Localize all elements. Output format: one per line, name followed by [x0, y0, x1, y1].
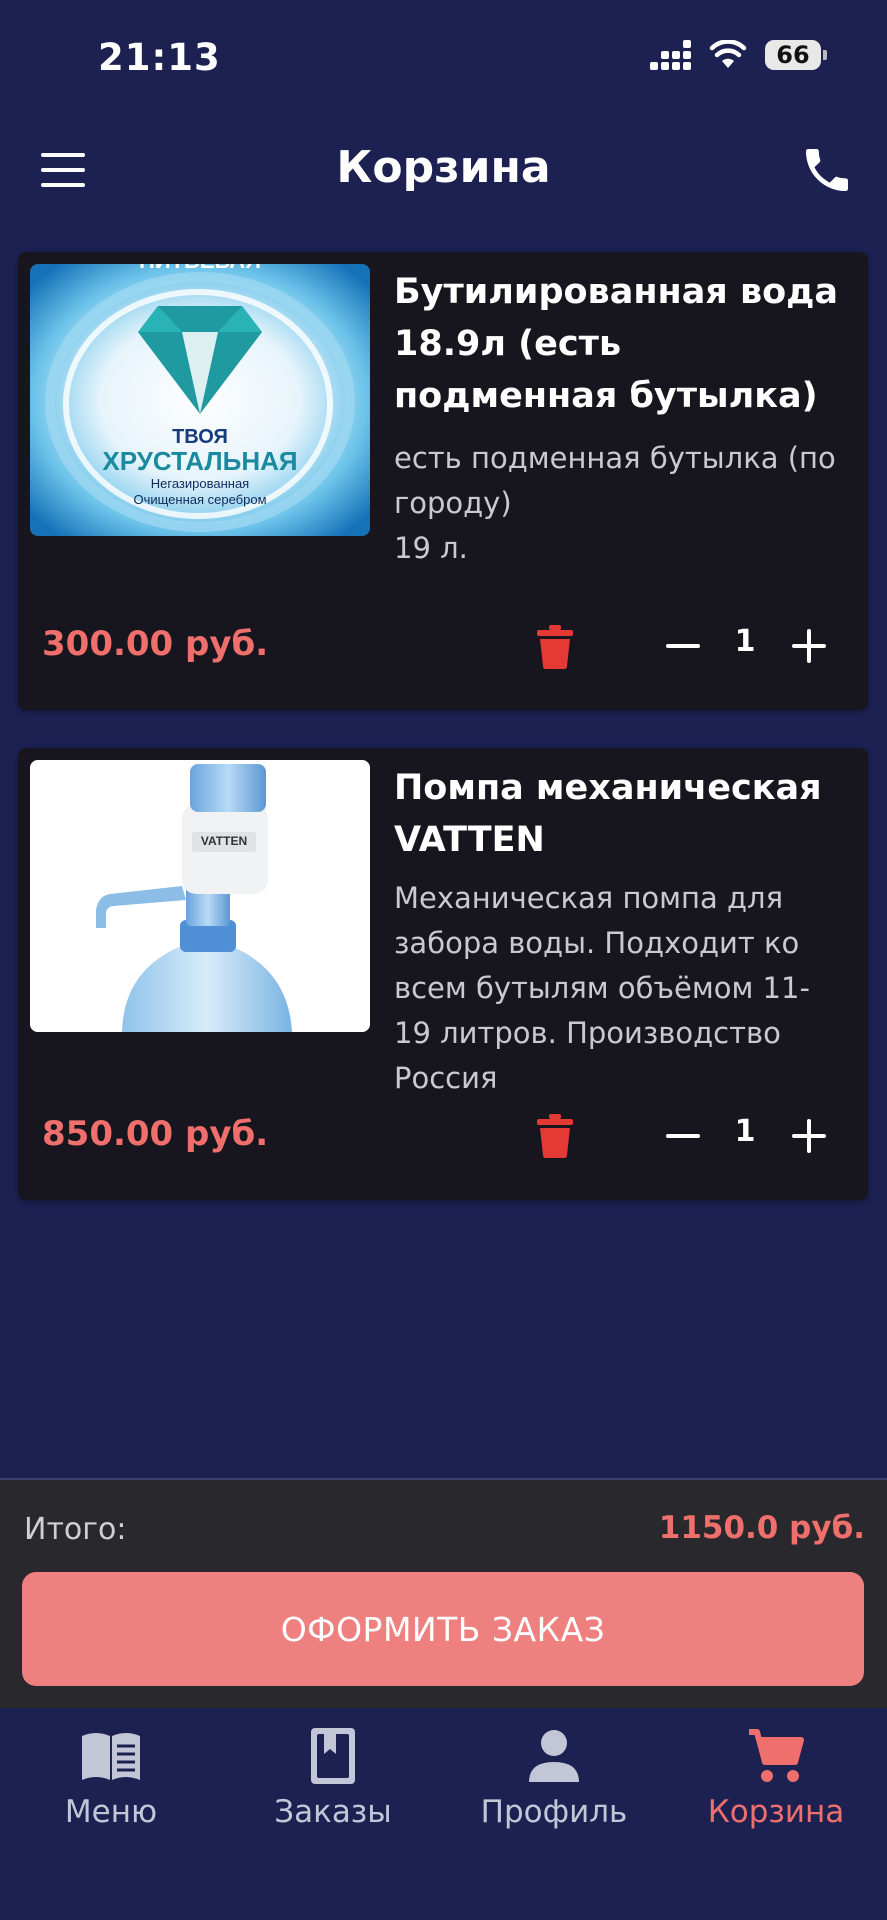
- status-icons: 66: [650, 40, 827, 70]
- bottom-navigation: Меню Заказы Профиль Корзина: [0, 1708, 887, 1920]
- product-description: Механическая помпа для забора воды. Подх…: [394, 881, 810, 1095]
- product-description-text: есть подменная бутылка (по городу): [394, 441, 836, 520]
- product-image-pump[interactable]: VATTEN: [30, 760, 370, 1032]
- product-price: 300.00 руб.: [42, 624, 269, 664]
- product-volume: 19 л.: [394, 531, 468, 565]
- minus-icon[interactable]: [666, 1118, 702, 1154]
- nav-item-cart[interactable]: Корзина: [665, 1728, 887, 1858]
- nav-label-cart: Корзина: [707, 1794, 845, 1830]
- book-icon: [82, 1733, 140, 1780]
- nav-label-menu: Меню: [64, 1794, 158, 1830]
- brand-main-text-2: ХРУСТАЛЬНАЯ: [102, 446, 298, 476]
- cart-item: VATTEN Помпа механическая VATTEN Механич…: [18, 748, 868, 1200]
- shopping-cart-icon: [749, 1729, 804, 1782]
- quantity-stepper: 1: [638, 616, 838, 676]
- trash-icon[interactable]: [537, 625, 573, 669]
- status-bar: 21:13 66: [0, 0, 887, 120]
- nav-label-orders: Заказы: [274, 1794, 392, 1830]
- brand-sub-text-2: Очищенная серебром: [133, 492, 267, 507]
- product-image-water[interactable]: ПИТЬЕВАЯ ТВОЯ ХРУСТАЛЬНАЯ Негазированная…: [30, 264, 370, 536]
- page-title: Корзина: [336, 142, 551, 193]
- nav-item-orders[interactable]: Заказы: [222, 1728, 444, 1858]
- plus-icon[interactable]: [792, 628, 828, 664]
- total-label: Итого:: [24, 1512, 127, 1547]
- order-summary: Итого: 1150.0 руб. ОФОРМИТЬ ЗАКАЗ: [0, 1478, 887, 1708]
- person-icon: [529, 1730, 579, 1782]
- nav-item-profile[interactable]: Профиль: [443, 1728, 665, 1858]
- total-value: 1150.0 руб.: [658, 1510, 865, 1546]
- product-description: есть подменная бутылка (по городу) 19 л.: [394, 436, 854, 571]
- cellular-signal-icon: [650, 40, 691, 70]
- battery-level: 66: [765, 40, 821, 70]
- pump-brand-text: VATTEN: [200, 834, 248, 848]
- brand-sub-text-1: Негазированная: [150, 476, 250, 491]
- wifi-icon: [709, 40, 747, 68]
- product-price: 850.00 руб.: [42, 1114, 269, 1154]
- phone-icon[interactable]: [799, 142, 855, 198]
- battery-icon: 66: [765, 40, 827, 70]
- product-name[interactable]: Помпа механическая VATTEN: [394, 762, 849, 866]
- minus-icon[interactable]: [666, 628, 702, 664]
- app-header: Корзина: [0, 120, 887, 220]
- quantity-value: 1: [734, 624, 756, 659]
- checkout-button[interactable]: ОФОРМИТЬ ЗАКАЗ: [22, 1572, 864, 1686]
- nav-label-profile: Профиль: [480, 1794, 628, 1830]
- quantity-stepper: 1: [638, 1106, 838, 1166]
- nav-item-menu[interactable]: Меню: [0, 1728, 222, 1858]
- quantity-value: 1: [734, 1114, 756, 1149]
- plus-icon[interactable]: [792, 1118, 828, 1154]
- product-name[interactable]: Бутилированная вода 18.9л (есть подменна…: [394, 266, 849, 422]
- trash-icon[interactable]: [537, 1114, 573, 1158]
- status-time: 21:13: [98, 36, 221, 79]
- brand-top-text: ПИТЬЕВАЯ: [30, 264, 370, 274]
- orders-book-icon: [311, 1728, 355, 1784]
- cart-item: ПИТЬЕВАЯ ТВОЯ ХРУСТАЛЬНАЯ Негазированная…: [18, 252, 868, 710]
